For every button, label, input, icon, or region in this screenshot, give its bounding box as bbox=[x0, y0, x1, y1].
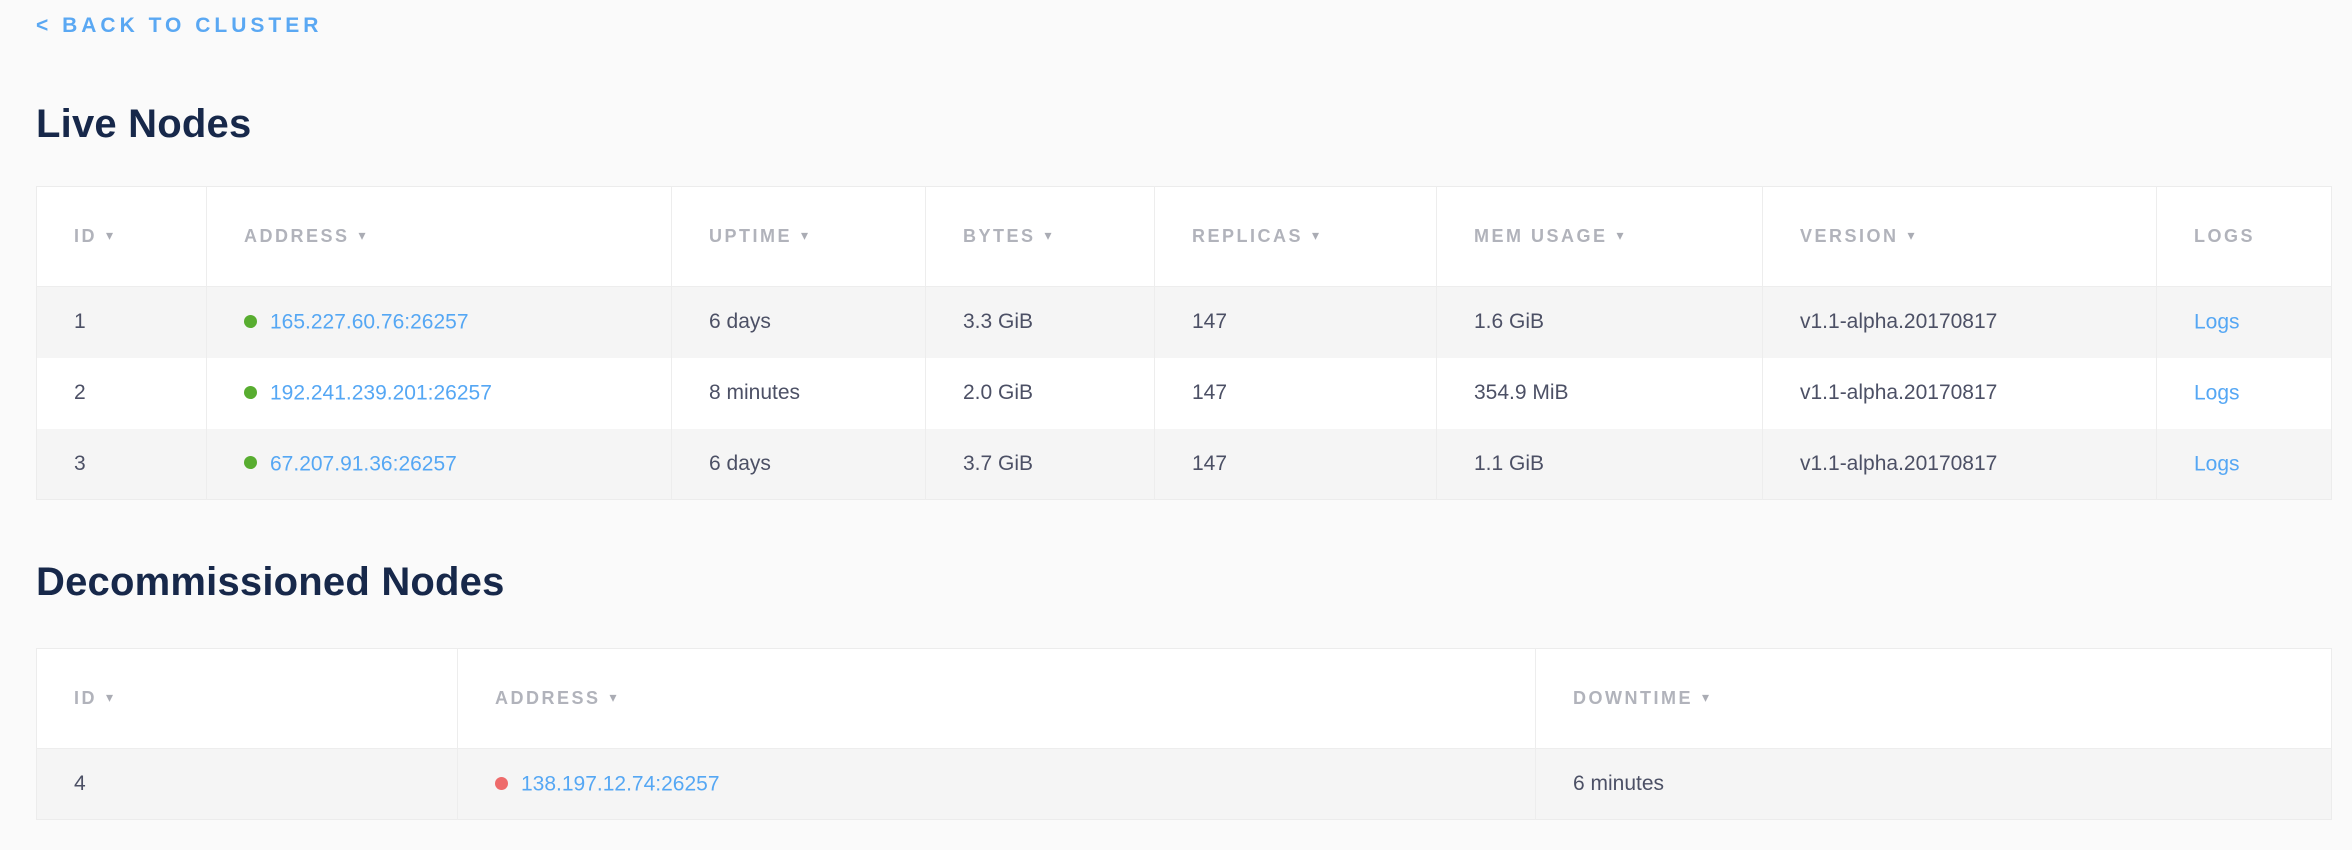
sort-arrow-icon: ▾ bbox=[1617, 227, 1627, 243]
column-header-address[interactable]: ADDRESS ▾ bbox=[207, 187, 672, 287]
column-header-mem-usage[interactable]: MEM USAGE ▾ bbox=[1437, 187, 1763, 287]
column-header-label: DOWNTIME bbox=[1573, 688, 1693, 708]
node-logs-cell: Logs bbox=[2157, 358, 2332, 429]
sort-arrow-icon: ▾ bbox=[610, 689, 620, 705]
nodes-page: < BACK TO CLUSTER Live Nodes ID ▾ ADDRESS… bbox=[0, 0, 2352, 850]
node-address-link[interactable]: 67.207.91.36:26257 bbox=[270, 452, 457, 475]
live-status-icon bbox=[244, 386, 257, 399]
live-status-icon bbox=[244, 315, 257, 328]
live-nodes-section: Live Nodes ID ▾ ADDRESS ▾ UPTIME ▾ bbox=[36, 100, 2352, 500]
decommissioned-nodes-header-row: ID ▾ ADDRESS ▾ DOWNTIME ▾ bbox=[37, 649, 2332, 749]
logs-link[interactable]: Logs bbox=[2194, 452, 2240, 475]
node-address-link[interactable]: 165.227.60.76:26257 bbox=[270, 310, 469, 333]
column-header-label: REPLICAS bbox=[1192, 226, 1303, 246]
sort-arrow-icon: ▾ bbox=[1312, 227, 1322, 243]
column-header-label: ID bbox=[74, 688, 97, 708]
column-header-version[interactable]: VERSION ▾ bbox=[1763, 187, 2157, 287]
node-id-cell: 3 bbox=[37, 429, 207, 500]
node-logs-cell: Logs bbox=[2157, 287, 2332, 358]
column-header-replicas[interactable]: REPLICAS ▾ bbox=[1155, 187, 1437, 287]
live-nodes-table: ID ▾ ADDRESS ▾ UPTIME ▾ BYTES ▾ REPLICAS ▾ bbox=[36, 186, 2332, 500]
table-row: 4 138.197.12.74:26257 6 minutes bbox=[37, 749, 2332, 820]
column-header-id[interactable]: ID ▾ bbox=[37, 649, 458, 749]
node-mem-usage-cell: 354.9 MiB bbox=[1437, 358, 1763, 429]
node-version-cell: v1.1-alpha.20170817 bbox=[1763, 429, 2157, 500]
column-header-bytes[interactable]: BYTES ▾ bbox=[926, 187, 1155, 287]
column-header-address[interactable]: ADDRESS ▾ bbox=[458, 649, 1536, 749]
back-to-cluster-link[interactable]: < BACK TO CLUSTER bbox=[36, 14, 322, 38]
node-id-cell: 2 bbox=[37, 358, 207, 429]
logs-link[interactable]: Logs bbox=[2194, 381, 2240, 404]
sort-arrow-icon: ▾ bbox=[106, 689, 116, 705]
table-row: 3 67.207.91.36:26257 6 days 3.7 GiB 147 … bbox=[37, 429, 2332, 500]
column-header-label: ADDRESS bbox=[495, 688, 601, 708]
decommissioned-status-icon bbox=[495, 777, 508, 790]
decommissioned-nodes-title: Decommissioned Nodes bbox=[36, 558, 2352, 606]
column-header-label: ID bbox=[74, 226, 97, 246]
node-replicas-cell: 147 bbox=[1155, 358, 1437, 429]
column-header-id[interactable]: ID ▾ bbox=[37, 187, 207, 287]
column-header-label: LOGS bbox=[2194, 226, 2255, 246]
node-address-cell: 138.197.12.74:26257 bbox=[458, 749, 1536, 820]
node-bytes-cell: 3.3 GiB bbox=[926, 287, 1155, 358]
node-logs-cell: Logs bbox=[2157, 429, 2332, 500]
node-address-cell: 165.227.60.76:26257 bbox=[207, 287, 672, 358]
decommissioned-nodes-section: Decommissioned Nodes ID ▾ ADDRESS ▾ DOWNTI… bbox=[36, 558, 2352, 820]
node-mem-usage-cell: 1.1 GiB bbox=[1437, 429, 1763, 500]
column-header-label: BYTES bbox=[963, 226, 1036, 246]
node-uptime-cell: 8 minutes bbox=[672, 358, 926, 429]
sort-arrow-icon: ▾ bbox=[1045, 227, 1055, 243]
table-row: 2 192.241.239.201:26257 8 minutes 2.0 Gi… bbox=[37, 358, 2332, 429]
sort-arrow-icon: ▾ bbox=[801, 227, 811, 243]
node-uptime-cell: 6 days bbox=[672, 429, 926, 500]
column-header-logs: LOGS bbox=[2157, 187, 2332, 287]
node-address-link[interactable]: 138.197.12.74:26257 bbox=[521, 772, 720, 795]
node-mem-usage-cell: 1.6 GiB bbox=[1437, 287, 1763, 358]
column-header-label: MEM USAGE bbox=[1474, 226, 1608, 246]
live-status-icon bbox=[244, 456, 257, 469]
node-downtime-cell: 6 minutes bbox=[1536, 749, 2332, 820]
node-version-cell: v1.1-alpha.20170817 bbox=[1763, 287, 2157, 358]
column-header-label: ADDRESS bbox=[244, 226, 350, 246]
node-bytes-cell: 3.7 GiB bbox=[926, 429, 1155, 500]
sort-arrow-icon: ▾ bbox=[1702, 689, 1712, 705]
decommissioned-nodes-table: ID ▾ ADDRESS ▾ DOWNTIME ▾ 4 138.197.12.74:2… bbox=[36, 648, 2332, 820]
node-address-link[interactable]: 192.241.239.201:26257 bbox=[270, 381, 492, 404]
logs-link[interactable]: Logs bbox=[2194, 310, 2240, 333]
node-version-cell: v1.1-alpha.20170817 bbox=[1763, 358, 2157, 429]
node-id-cell: 1 bbox=[37, 287, 207, 358]
sort-arrow-icon: ▾ bbox=[359, 227, 369, 243]
live-nodes-header-row: ID ▾ ADDRESS ▾ UPTIME ▾ BYTES ▾ REPLICAS ▾ bbox=[37, 187, 2332, 287]
live-nodes-title: Live Nodes bbox=[36, 100, 2352, 148]
node-uptime-cell: 6 days bbox=[672, 287, 926, 358]
column-header-uptime[interactable]: UPTIME ▾ bbox=[672, 187, 926, 287]
column-header-downtime[interactable]: DOWNTIME ▾ bbox=[1536, 649, 2332, 749]
column-header-label: VERSION bbox=[1800, 226, 1899, 246]
table-row: 1 165.227.60.76:26257 6 days 3.3 GiB 147… bbox=[37, 287, 2332, 358]
sort-arrow-icon: ▾ bbox=[106, 227, 116, 243]
column-header-label: UPTIME bbox=[709, 226, 792, 246]
node-id-cell: 4 bbox=[37, 749, 458, 820]
node-replicas-cell: 147 bbox=[1155, 429, 1437, 500]
node-bytes-cell: 2.0 GiB bbox=[926, 358, 1155, 429]
node-address-cell: 67.207.91.36:26257 bbox=[207, 429, 672, 500]
node-address-cell: 192.241.239.201:26257 bbox=[207, 358, 672, 429]
sort-arrow-icon: ▾ bbox=[1908, 227, 1918, 243]
node-replicas-cell: 147 bbox=[1155, 287, 1437, 358]
